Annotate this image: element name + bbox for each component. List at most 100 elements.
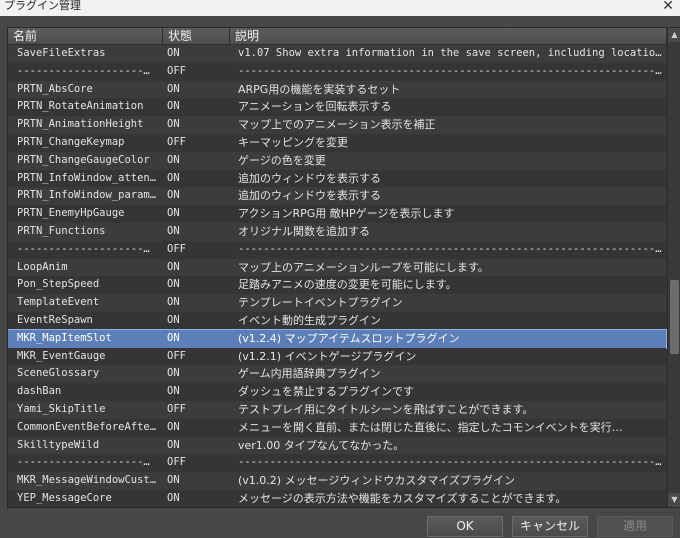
plugin-name: LoopAnim bbox=[17, 260, 68, 273]
plugin-status: ON bbox=[167, 118, 180, 131]
title-bar: プラグイン管理 ✕ bbox=[0, 0, 680, 16]
plugin-status: OFF bbox=[167, 135, 186, 148]
plugin-row[interactable]: PRTN_ChangeKeymap OFF キーマッピングを変更 bbox=[8, 133, 666, 152]
plugin-row[interactable]: --------------------… OFF ----------------… bbox=[8, 62, 666, 81]
plugin-description: ----------------------------------------… bbox=[238, 456, 662, 469]
plugin-description: マップ上のアニメーションループを可能にします。 bbox=[238, 260, 489, 274]
plugin-name: Pon_StepSpeed bbox=[17, 278, 100, 291]
plugin-description: ゲーム内用語辞典プラグイン bbox=[238, 367, 381, 381]
list-header: 名前 状態 説明 bbox=[8, 28, 666, 45]
column-header-status[interactable]: 状態 bbox=[163, 28, 230, 44]
plugin-row[interactable]: PRTN_EnemyHpGauge ON アクションRPG用 敵HPゲージを表示しま… bbox=[8, 205, 666, 223]
plugin-status: ON bbox=[167, 189, 180, 202]
plugin-description: ----------------------------------------… bbox=[238, 64, 662, 77]
close-icon[interactable]: ✕ bbox=[662, 0, 674, 14]
plugin-name: SceneGlossary bbox=[17, 367, 100, 380]
plugin-row[interactable]: YEP_MessageCore ON メッセージの表示方法や機能をカスタマイズするこ… bbox=[8, 489, 666, 507]
plugin-row[interactable]: PRTN_Functions ON オリジナル関数を追加する bbox=[8, 222, 666, 241]
plugin-rows: SaveFileExtras ON v1.07 Show extra informa… bbox=[8, 45, 667, 507]
plugin-name: Yami_SkipTitle bbox=[17, 402, 106, 415]
plugin-description: (v1.2.4) マップアイテムスロットプラグイン bbox=[238, 331, 460, 345]
apply-button[interactable]: 適用 bbox=[597, 516, 673, 537]
plugin-status: OFF bbox=[167, 64, 186, 77]
plugin-name: PRTN_AnimationHeight bbox=[17, 118, 144, 131]
plugin-name: CommonEventBeforeAfte… bbox=[17, 420, 157, 433]
plugin-name: PRTN_RotateAnimation bbox=[17, 100, 144, 113]
cancel-button[interactable]: キャンセル bbox=[512, 516, 588, 537]
plugin-description: ARPG用の機能を実装するセット bbox=[238, 82, 401, 96]
plugin-description: テストプレイ用にタイトルシーンを飛ばすことができます。 bbox=[238, 402, 534, 416]
plugin-status: ON bbox=[167, 171, 180, 184]
plugin-name: PRTN_Functions bbox=[17, 224, 106, 237]
plugin-row[interactable]: SkilltypeWild ON ver1.00 タイプなんてなかった。 bbox=[8, 436, 666, 455]
plugin-row[interactable]: Pon_StepSpeed ON 足踏みアニメの速度の変更を可能にします。 bbox=[8, 276, 666, 295]
plugin-name: --------------------… bbox=[17, 242, 150, 255]
scroll-up-icon[interactable]: ▲ bbox=[668, 28, 680, 42]
plugin-description: ver1.00 タイプなんてなかった。 bbox=[238, 438, 405, 452]
plugin-name: MKR_MapItemSlot bbox=[17, 331, 112, 344]
plugin-description: アニメーションを回転表示する bbox=[238, 100, 392, 114]
vertical-scrollbar[interactable]: ▲ ▼ bbox=[667, 28, 680, 507]
plugin-name: PRTN_EnemyHpGauge bbox=[17, 207, 125, 220]
plugin-status: OFF bbox=[167, 456, 186, 469]
plugin-name: PRTN_InfoWindow_atten… bbox=[17, 171, 157, 184]
plugin-name: SaveFileExtras bbox=[17, 47, 106, 59]
plugin-status: ON bbox=[167, 474, 180, 487]
scroll-down-icon[interactable]: ▼ bbox=[668, 493, 680, 507]
plugin-row[interactable]: EventReSpawn ON イベント動的生成プラグイン bbox=[8, 311, 666, 330]
column-header-description[interactable]: 説明 bbox=[230, 28, 666, 44]
plugin-description: (v1.0.2) メッセージウィンドウカスタマイズプラグイン bbox=[238, 474, 516, 488]
plugin-name: MKR_MessageWindowCustom bbox=[17, 474, 160, 487]
plugin-status: ON bbox=[167, 438, 180, 451]
plugin-row[interactable]: SceneGlossary ON ゲーム内用語辞典プラグイン bbox=[8, 365, 666, 384]
plugin-status: OFF bbox=[167, 242, 186, 255]
plugin-status: ON bbox=[167, 313, 180, 326]
ok-button[interactable]: OK bbox=[427, 516, 503, 537]
plugin-description: メッセージの表示方法や機能をカスタマイズすることができます。 bbox=[238, 491, 567, 505]
plugin-description: ゲージの色を変更 bbox=[238, 153, 326, 167]
plugin-description: テンプレートイベントプラグイン bbox=[238, 296, 403, 310]
plugin-row[interactable]: SaveFileExtras ON v1.07 Show extra informa… bbox=[8, 45, 666, 63]
plugin-row[interactable]: MKR_MessageWindowCustom ON (v1.0.2) メッセージウ… bbox=[8, 472, 666, 490]
plugin-row[interactable]: --------------------… OFF ----------------… bbox=[8, 454, 666, 473]
plugin-status: ON bbox=[167, 224, 180, 237]
plugin-status: OFF bbox=[167, 402, 186, 415]
plugin-name: YEP_MessageCore bbox=[17, 491, 112, 504]
plugin-row[interactable]: PRTN_AbsCore ON ARPG用の機能を実装するセット bbox=[8, 80, 666, 99]
plugin-description: オリジナル関数を追加する bbox=[238, 224, 370, 238]
scrollbar-thumb[interactable] bbox=[670, 280, 679, 354]
plugin-row[interactable]: PRTN_ChangeGaugeColor ON ゲージの色を変更 bbox=[8, 151, 666, 170]
plugin-list[interactable]: 名前 状態 説明 SaveFileExtras ON v1.07 Show extr… bbox=[7, 27, 680, 508]
plugin-status: ON bbox=[167, 385, 180, 398]
plugin-row[interactable]: MKR_EventGauge OFF (v1.2.1) イベントゲージプラグイン bbox=[8, 347, 666, 366]
plugin-row[interactable]: PRTN_InfoWindow_atten… ON 追加のウィンドウを表示する bbox=[8, 169, 666, 188]
plugin-row[interactable]: dashBan ON ダッシュを禁止するプラグインです bbox=[8, 383, 666, 401]
plugin-row[interactable]: CommonEventBeforeAfte… ON メニューを開く直前、または閉じた… bbox=[8, 418, 666, 437]
plugin-status: ON bbox=[167, 260, 180, 273]
plugin-row[interactable]: Yami_SkipTitle OFF テストプレイ用にタイトルシーンを飛ばすことがで… bbox=[8, 400, 666, 419]
plugin-row[interactable]: LoopAnim ON マップ上のアニメーションループを可能にします。 bbox=[8, 258, 666, 277]
plugin-name: MKR_EventGauge bbox=[17, 349, 106, 362]
plugin-description: v1.07 Show extra information in the save… bbox=[238, 47, 662, 59]
plugin-row[interactable]: PRTN_RotateAnimation ON アニメーションを回転表示する bbox=[8, 98, 666, 117]
column-header-name[interactable]: 名前 bbox=[8, 28, 163, 44]
plugin-description: メニューを開く直前、または閉じた直後に、指定したコモンイベントを実行… bbox=[238, 420, 623, 434]
plugin-row[interactable]: --------------------… OFF ----------------… bbox=[8, 240, 666, 259]
plugin-description: アクションRPG用 敵HPゲージを表示します bbox=[238, 207, 455, 221]
plugin-status: ON bbox=[167, 420, 180, 433]
plugin-status: ON bbox=[167, 100, 180, 113]
plugin-row[interactable]: TemplateEvent ON テンプレートイベントプラグイン bbox=[8, 294, 666, 312]
plugin-status: OFF bbox=[167, 349, 186, 362]
plugin-name: --------------------… bbox=[17, 456, 150, 469]
plugin-row[interactable]: PRTN_AnimationHeight ON マップ上でのアニメーション表示を補正 bbox=[8, 116, 666, 134]
plugin-row[interactable]: PRTN_InfoWindow_param… ON 追加のウィンドウを表示する bbox=[8, 187, 666, 206]
plugin-name: EventReSpawn bbox=[17, 313, 93, 326]
plugin-status: ON bbox=[167, 491, 180, 504]
plugin-name: --------------------… bbox=[17, 64, 150, 77]
plugin-description: マップ上でのアニメーション表示を補正 bbox=[238, 118, 436, 132]
plugin-row[interactable]: MKR_MapItemSlot ON (v1.2.4) マップアイテムスロットプラグ… bbox=[8, 328, 667, 349]
plugin-description: ダッシュを禁止するプラグインです bbox=[238, 385, 414, 399]
plugin-description: (v1.2.1) イベントゲージプラグイン bbox=[238, 349, 417, 363]
plugin-description: 追加のウィンドウを表示する bbox=[238, 189, 381, 203]
plugin-status: ON bbox=[167, 331, 180, 344]
